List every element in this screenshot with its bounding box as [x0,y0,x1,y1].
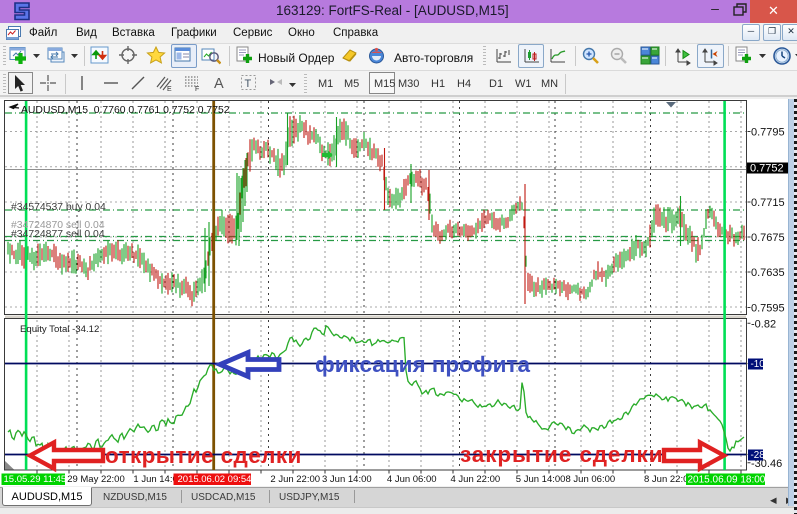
svg-text:-10: -10 [751,359,766,370]
svg-text:4 Jun 06:00: 4 Jun 06:00 [387,474,437,485]
svg-text:0.7675: 0.7675 [751,232,785,244]
svg-text:3 Jun 14:00: 3 Jun 14:00 [322,474,372,485]
svg-text:T: T [245,78,252,90]
svg-text:открытие сделки: открытие сделки [105,443,302,468]
svg-text:-28: -28 [751,450,766,461]
svg-text:F: F [195,86,199,92]
svg-text:8 Jun 06:00: 8 Jun 06:00 [566,474,616,485]
svg-text:5 Jun 14:00: 5 Jun 14:00 [516,474,566,485]
svg-text:AUDUSD,M15 0.7760 0.7761 0.77: AUDUSD,M15 0.7760 0.7761 0.7752 0.7752 [21,105,230,116]
svg-text:15.05.29 11:45: 15.05.29 11:45 [4,474,67,485]
svg-text:#34574537 buy 0.04: #34574537 buy 0.04 [11,202,106,213]
svg-text:4 Jun 22:00: 4 Jun 22:00 [451,474,501,485]
svg-text:0.7715: 0.7715 [751,197,785,209]
svg-text:29 May 22:00: 29 May 22:00 [67,474,125,485]
svg-text:2 Jun 22:00: 2 Jun 22:00 [270,474,320,485]
svg-text:закрытие сделки: закрытие сделки [460,442,663,467]
svg-text:2015.06.09 18:00: 2015.06.09 18:00 [688,475,766,486]
svg-text:0.7752: 0.7752 [750,163,784,175]
svg-text:0.7635: 0.7635 [751,267,785,279]
svg-text:-0.82: -0.82 [751,318,776,330]
svg-text:0.7595: 0.7595 [751,303,785,315]
svg-text:E: E [167,86,172,92]
svg-text:A: A [214,76,224,92]
svg-text:0.7795: 0.7795 [751,127,785,139]
svg-text:#34724877 sell 0.04: #34724877 sell 0.04 [11,229,105,240]
svg-text:фиксация профита: фиксация профита [315,352,530,377]
svg-text:2015.06.02 09:54: 2015.06.02 09:54 [178,474,252,485]
svg-text:Equity Total -34.12: Equity Total -34.12 [20,324,99,335]
